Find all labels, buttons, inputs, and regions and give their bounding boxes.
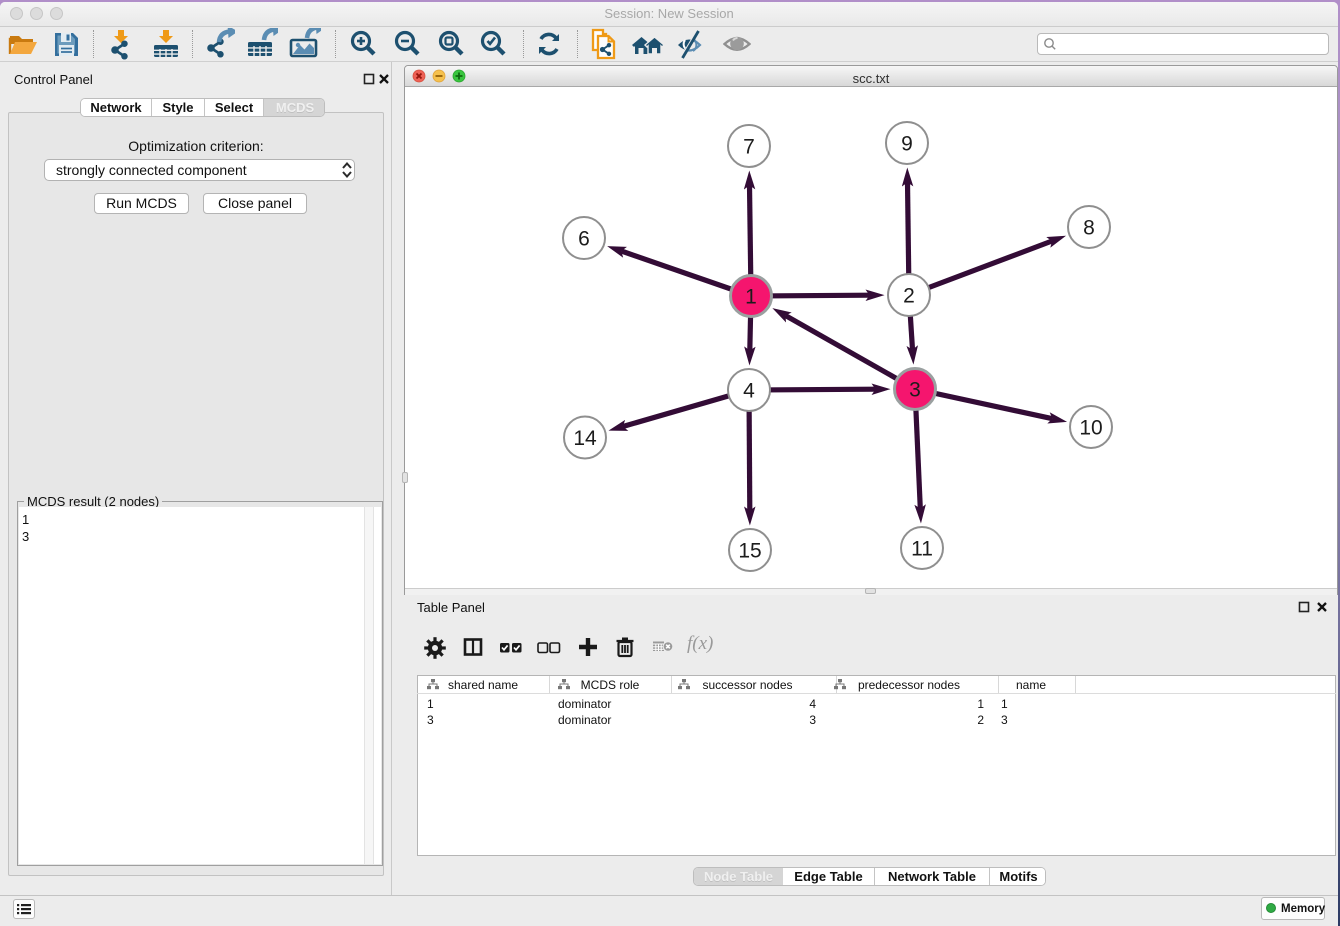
svg-text:2: 2	[903, 285, 915, 308]
svg-text:6: 6	[578, 228, 590, 251]
svg-text:7: 7	[743, 136, 755, 159]
svg-text:1: 1	[745, 286, 757, 309]
svg-text:9: 9	[901, 133, 913, 156]
svg-text:11: 11	[911, 538, 933, 561]
svg-text:10: 10	[1079, 417, 1102, 440]
svg-text:4: 4	[743, 380, 755, 403]
svg-text:15: 15	[738, 540, 761, 563]
svg-text:14: 14	[573, 427, 597, 450]
svg-text:8: 8	[1083, 217, 1095, 240]
svg-text:3: 3	[909, 379, 921, 402]
